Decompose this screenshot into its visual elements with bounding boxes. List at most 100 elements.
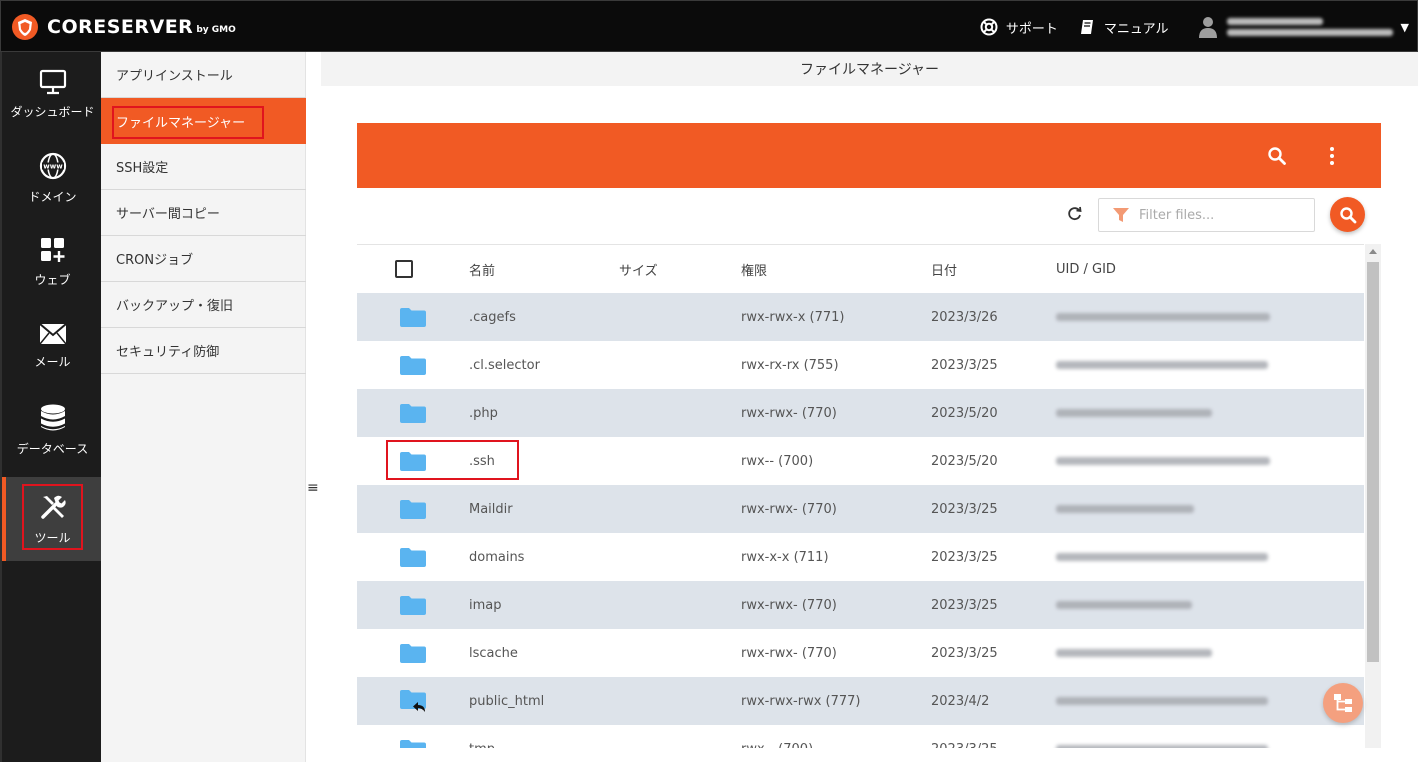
table-row[interactable]: tmp rwx-- (700) 2023/3/25 <box>357 725 1364 748</box>
uid-gid-blurred <box>1056 457 1270 465</box>
table-row[interactable]: .php rwx-rwx- (770) 2023/5/20 <box>357 389 1364 437</box>
folder-icon <box>400 356 426 375</box>
folder-icon <box>400 500 426 519</box>
support-link[interactable]: サポート <box>980 18 1058 37</box>
tools-subnav: アプリインストール ファイルマネージャー SSH設定 サーバー間コピー CRON… <box>101 52 306 762</box>
filter-field[interactable] <box>1098 198 1315 232</box>
column-date[interactable]: 日付 <box>931 245 957 293</box>
file-name[interactable]: public_html <box>469 677 544 725</box>
user-menu[interactable]: ▼ <box>1198 14 1409 40</box>
subnav-security[interactable]: セキュリティ防御 <box>101 328 306 374</box>
brand-by: by GMO <box>196 25 236 35</box>
file-permissions: rwx-- (700) <box>741 453 814 469</box>
table-row[interactable]: lscache rwx-rwx- (770) 2023/3/25 <box>357 629 1364 677</box>
book-icon <box>1080 20 1093 34</box>
funnel-icon <box>1113 208 1129 222</box>
folder-icon <box>400 740 426 748</box>
support-label: サポート <box>1005 21 1058 37</box>
file-name[interactable]: lscache <box>469 629 518 677</box>
file-permissions: rwx-rwx- (770) <box>741 597 837 613</box>
file-permissions: rwx-rwx-rwx (777) <box>741 693 861 709</box>
chevron-down-icon[interactable]: ▼ <box>1401 21 1409 34</box>
column-permissions[interactable]: 権限 <box>741 245 767 293</box>
table-row[interactable]: domains rwx-x-x (711) 2023/3/25 <box>357 533 1364 581</box>
nav-domain-label: ドメイン <box>28 189 77 204</box>
file-permissions: rwx-rwx- (770) <box>741 645 837 661</box>
file-table: 名前 サイズ 権限 日付 UID / GID .cagefs rwx-rwx-x… <box>357 244 1364 748</box>
file-date: 2023/3/25 <box>931 357 998 373</box>
file-name[interactable]: domains <box>469 533 524 581</box>
folder-icon <box>400 596 426 615</box>
user-avatar-icon <box>1198 17 1217 38</box>
file-permissions: rwx-rx-rx (755) <box>741 357 839 373</box>
subnav-ssh-settings[interactable]: SSH設定 <box>101 144 306 190</box>
uid-gid-blurred <box>1056 601 1192 609</box>
table-row[interactable]: .cl.selector rwx-rx-rx (755) 2023/3/25 <box>357 341 1364 389</box>
subnav-backup-restore[interactable]: バックアップ・復旧 <box>101 282 306 328</box>
uid-gid-blurred <box>1056 697 1268 705</box>
file-permissions: rwx-- (700) <box>741 725 813 749</box>
table-header: 名前 サイズ 権限 日付 UID / GID <box>357 245 1364 293</box>
table-scrollbar[interactable] <box>1365 244 1381 748</box>
database-icon <box>40 404 65 430</box>
search-icon <box>1268 146 1286 165</box>
shield-logo-icon <box>12 14 38 40</box>
highlight-box-file-manager <box>112 106 264 139</box>
nav-mail-label: メール <box>34 354 71 369</box>
resize-handle-icon[interactable]: ≡ <box>307 480 319 496</box>
brand-name: CORESERVER <box>47 16 194 38</box>
file-name[interactable]: .cagefs <box>469 293 516 341</box>
column-uid-gid[interactable]: UID / GID <box>1056 245 1116 293</box>
globe-www-icon: www <box>39 152 66 179</box>
nav-database[interactable]: データベース <box>2 388 103 472</box>
tree-view-button[interactable] <box>1323 683 1363 723</box>
file-permissions: rwx-rwx- (770) <box>741 405 837 421</box>
table-row[interactable]: public_html rwx-rwx-rwx (777) 2023/4/2 <box>357 677 1364 725</box>
uid-gid-blurred <box>1056 409 1212 417</box>
folder-link-icon <box>400 690 426 712</box>
nav-domain[interactable]: www ドメイン <box>2 136 103 220</box>
nav-mail[interactable]: メール <box>2 304 103 388</box>
file-date: 2023/3/26 <box>931 309 998 325</box>
scroll-up-arrow-icon[interactable] <box>1369 249 1377 254</box>
top-bar: CORESERVER by GMO サポート マニュアル ▼ <box>0 0 1418 52</box>
left-navigation: ダッシュボード www ドメイン ウェブ メール データベース ツール <box>0 52 103 762</box>
table-row[interactable]: Maildir rwx-rwx- (770) 2023/3/25 <box>357 485 1364 533</box>
file-manager-toolbar <box>357 123 1381 188</box>
uid-gid-blurred <box>1056 649 1212 657</box>
table-row[interactable]: .cagefs rwx-rwx-x (771) 2023/3/26 <box>357 293 1364 341</box>
manual-label: マニュアル <box>1103 21 1169 37</box>
file-date: 2023/3/25 <box>931 501 998 517</box>
file-name[interactable]: .cl.selector <box>469 341 540 389</box>
refresh-icon[interactable] <box>1066 205 1084 223</box>
subnav-cron-jobs[interactable]: CRONジョブ <box>101 236 306 282</box>
highlight-box-tools <box>22 484 83 550</box>
table-row[interactable]: imap rwx-rwx- (770) 2023/3/25 <box>357 581 1364 629</box>
grid-plus-icon <box>40 237 64 262</box>
file-name[interactable]: tmp <box>469 725 495 749</box>
filter-search-button[interactable] <box>1330 197 1365 232</box>
toolbar-more-icon[interactable] <box>1329 123 1335 188</box>
toolbar-search-icon[interactable] <box>1267 123 1287 188</box>
nav-database-label: データベース <box>16 441 89 456</box>
column-name[interactable]: 名前 <box>469 245 495 293</box>
select-all-checkbox[interactable] <box>395 260 413 278</box>
scrollbar-thumb[interactable] <box>1367 262 1379 662</box>
svg-text:www: www <box>43 162 63 170</box>
more-vertical-icon <box>1330 146 1334 165</box>
nav-web[interactable]: ウェブ <box>2 220 103 304</box>
filter-input[interactable] <box>1139 207 1299 223</box>
file-name[interactable]: .php <box>469 389 498 437</box>
file-date: 2023/4/2 <box>931 693 990 709</box>
file-date: 2023/3/25 <box>931 645 998 661</box>
manual-link[interactable]: マニュアル <box>1078 18 1169 37</box>
folder-icon <box>400 548 426 567</box>
subnav-app-install[interactable]: アプリインストール <box>101 52 306 98</box>
nav-dashboard-label: ダッシュボード <box>10 104 95 119</box>
brand-logo[interactable]: CORESERVER by GMO <box>11 13 236 41</box>
column-size[interactable]: サイズ <box>619 245 658 293</box>
file-name[interactable]: Maildir <box>469 485 513 533</box>
subnav-server-copy[interactable]: サーバー間コピー <box>101 190 306 236</box>
file-name[interactable]: imap <box>469 581 502 629</box>
nav-dashboard[interactable]: ダッシュボード <box>2 52 103 136</box>
